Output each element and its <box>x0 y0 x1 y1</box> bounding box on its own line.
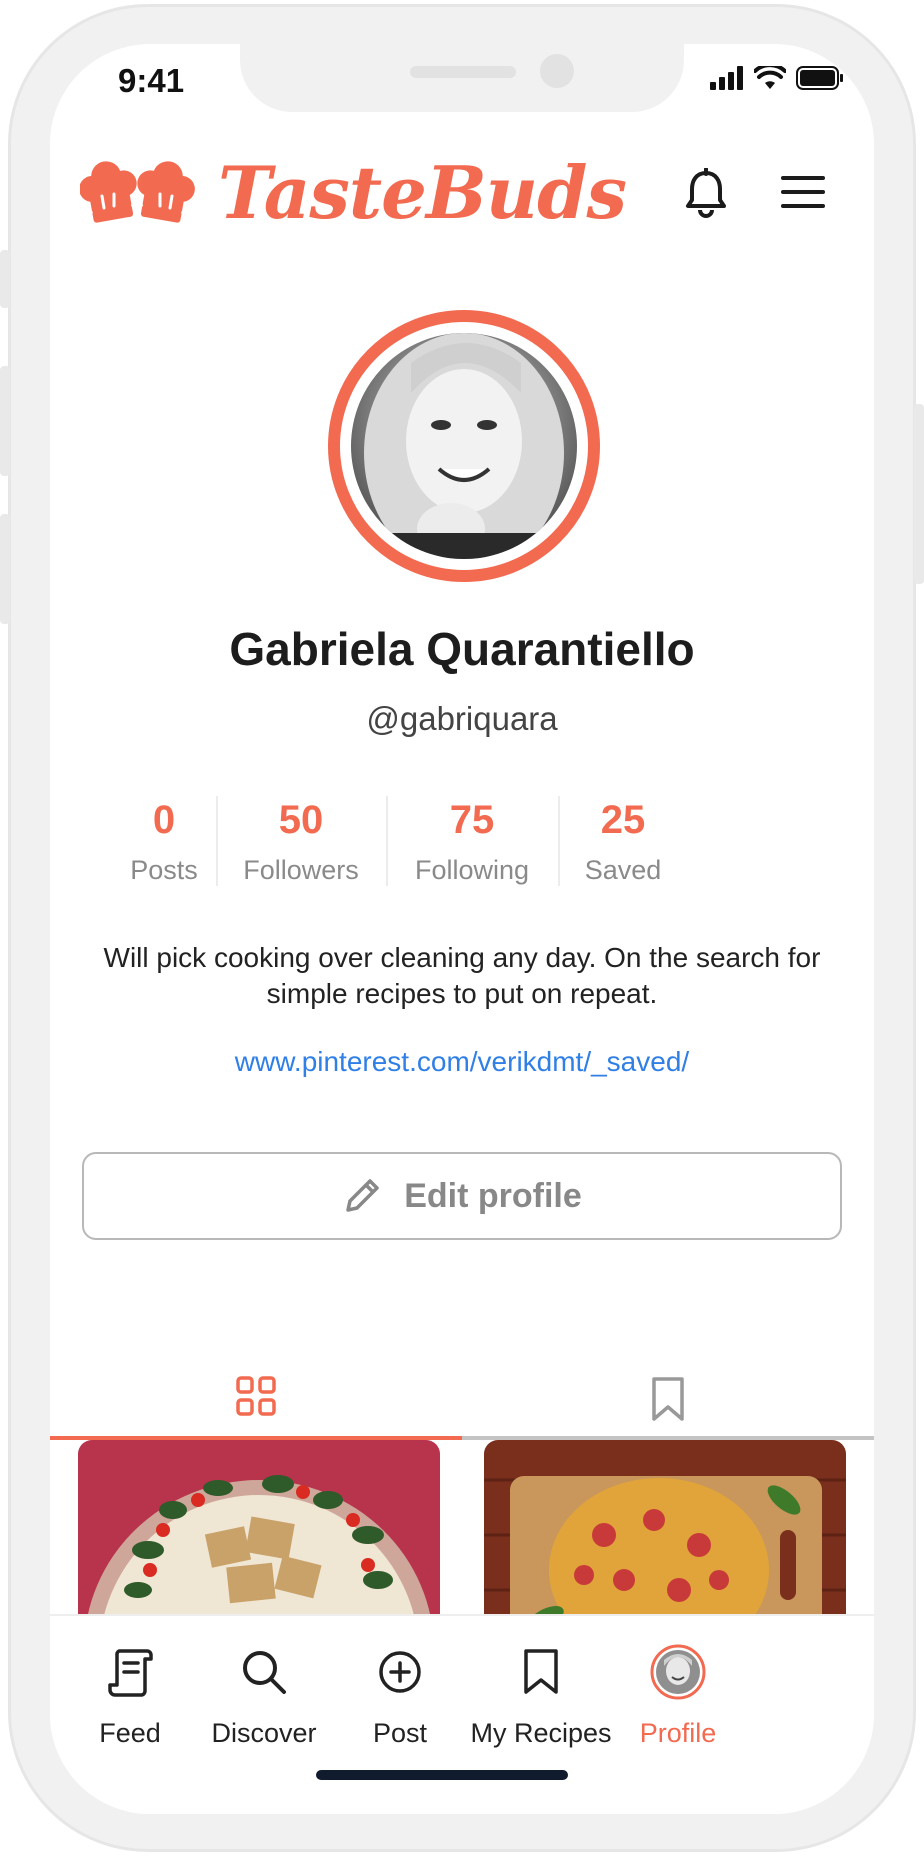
menu-icon[interactable] <box>780 174 826 210</box>
chef-hat-logo <box>80 160 195 223</box>
stat-label: Posts <box>130 855 198 885</box>
stat-followers[interactable]: 50 Followers <box>230 798 372 886</box>
nav-feed-icon-wrap <box>74 1644 186 1700</box>
nav-profile-icon-wrap <box>626 1644 730 1700</box>
stat-label: Followers <box>243 855 359 885</box>
stat-label: Saved <box>584 855 662 885</box>
edit-profile-label: Edit profile <box>404 1176 582 1215</box>
silent-switch <box>0 250 10 308</box>
edit-profile-button[interactable]: Edit profile <box>82 1152 842 1240</box>
bottom-navigation: Feed Discover Post My Recipes Profile <box>50 1614 874 1814</box>
stat-divider <box>558 796 560 886</box>
stat-value: 0 <box>152 798 176 842</box>
feed-icon <box>108 1649 153 1697</box>
profile-handle: @gabriquara <box>366 700 558 737</box>
front-camera <box>540 54 574 88</box>
grid-icon <box>236 1376 276 1416</box>
tab-saved[interactable] <box>462 1332 874 1440</box>
nav-post-icon-wrap <box>350 1644 450 1700</box>
home-indicator[interactable] <box>316 1770 568 1780</box>
power-button <box>914 404 924 584</box>
volume-up-button <box>0 366 10 476</box>
volume-down-button <box>0 514 10 624</box>
pizza-board-photo <box>484 1440 846 1640</box>
stat-posts[interactable]: 0 Posts <box>104 798 224 886</box>
nav-discover-icon-wrap <box>198 1644 330 1700</box>
app-title: TasteBuds <box>218 150 627 235</box>
app-logo[interactable]: TasteBuds <box>80 150 627 235</box>
profile-avatar[interactable] <box>328 310 600 582</box>
notch <box>240 44 684 112</box>
nav-label: My Recipes <box>470 1718 612 1748</box>
status-icons <box>710 66 844 90</box>
nav-label: Post <box>372 1718 428 1748</box>
stat-saved[interactable]: 25 Saved <box>570 798 676 886</box>
nav-my-recipes-icon-wrap <box>466 1644 616 1700</box>
stat-value: 25 <box>600 798 646 842</box>
nav-discover[interactable]: Discover <box>198 1644 330 1749</box>
stat-divider <box>386 796 388 886</box>
stat-following[interactable]: 75 Following <box>400 798 544 886</box>
avatar-icon <box>650 1644 706 1700</box>
flatbread-dish-photo <box>78 1440 440 1640</box>
nav-post[interactable]: Post <box>350 1644 450 1749</box>
stat-label: Following <box>414 855 530 885</box>
plus-circle-icon <box>379 1651 421 1693</box>
bookmark-icon <box>652 1377 684 1421</box>
pencil-icon <box>346 1179 379 1212</box>
battery-icon <box>796 66 843 90</box>
speaker-grill <box>410 66 516 78</box>
search-icon <box>243 1651 286 1694</box>
nav-my-recipes[interactable]: My Recipes <box>466 1644 616 1749</box>
status-time: 9:41 <box>118 62 185 99</box>
bell-icon[interactable] <box>684 168 728 218</box>
nav-label: Discover <box>211 1718 317 1748</box>
profile-name: Gabriela Quarantiello <box>229 623 695 675</box>
recipe-post-2[interactable] <box>484 1440 846 1640</box>
nav-feed[interactable]: Feed <box>74 1644 186 1749</box>
nav-label: Feed <box>99 1718 161 1748</box>
nav-profile[interactable]: Profile <box>626 1644 730 1749</box>
tab-posts-grid[interactable] <box>50 1332 462 1440</box>
recipe-post-1[interactable] <box>78 1440 440 1640</box>
avatar-photo <box>351 333 577 559</box>
stat-value: 75 <box>449 798 495 842</box>
nav-label: Profile <box>639 1718 717 1748</box>
stat-divider <box>216 796 218 886</box>
app-screen: 9:41 TasteBuds Gabriela Quarantiello @ga… <box>50 44 874 1814</box>
wifi-icon <box>754 66 786 89</box>
profile-link[interactable]: www.pinterest.com/verikdmt/_saved/ <box>50 1046 874 1078</box>
signal-icon <box>710 66 743 90</box>
bookmark-icon <box>524 1649 558 1694</box>
profile-bio: Will pick cooking over cleaning any day.… <box>103 942 821 1009</box>
stat-value: 50 <box>278 798 324 842</box>
